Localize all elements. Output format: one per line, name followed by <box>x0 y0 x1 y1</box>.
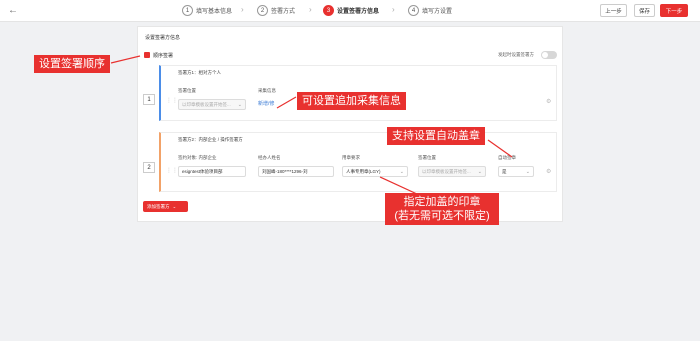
delete-icon[interactable]: ⚙ <box>546 168 551 175</box>
toggle-label: 发起时设置签署方 <box>498 52 534 57</box>
signer-2-signer-input[interactable]: esigntest体验项目部 <box>178 166 246 177</box>
step-1-number: 1 <box>182 5 193 16</box>
step-4-number: 4 <box>408 5 419 16</box>
step-separator-icon: › <box>241 5 244 14</box>
drag-handle-icon[interactable]: ⋮⋮ <box>166 167 178 174</box>
step-1[interactable]: 1 填写基本信息 <box>182 5 232 16</box>
top-bar: ← 1 填写基本信息 › 2 签署方式 › 3 设置签署方信息 › 4 填写方设… <box>0 0 700 22</box>
signer-2-index: 2 <box>143 162 155 173</box>
section-title: 设置签署方信息 <box>145 35 181 41</box>
signer-2-handler-input[interactable]: 刘国峰-180****1296-刘 <box>258 166 334 177</box>
seal-value: 人事专用章(LGY) <box>346 168 381 174</box>
signer-2-position-label: 签署位置 <box>418 155 436 160</box>
signer-2-auto-label: 自动签章 <box>498 155 516 160</box>
add-collect-info-link[interactable]: 新增/修 <box>258 100 274 107</box>
signer-2-seal-label: 用章要求 <box>342 155 360 160</box>
annotation-seal: 指定加盖的印章 (若无需可选不限定) <box>385 193 499 225</box>
signer-1-collect-label: 采集信息 <box>258 88 276 93</box>
signer-1-title: 签署方1：相对方个人 <box>178 70 222 75</box>
annotation-order: 设置签署顺序 <box>34 55 110 73</box>
signer-2-handler-label: 经办人姓名 <box>258 155 281 160</box>
step-1-label: 填写基本信息 <box>196 9 233 15</box>
handler-value: 刘国峰-180****1296-刘 <box>262 168 308 174</box>
annotation-collect: 可设置追加采集信息 <box>297 92 406 110</box>
set-signer-on-initiate-toggle[interactable] <box>541 51 557 59</box>
save-button[interactable]: 保存 <box>634 4 655 17</box>
signer-value: esigntest体验项目部 <box>182 168 223 174</box>
signer-1-position-select[interactable]: 以印章模板设置开始签... ⌄ <box>178 99 246 110</box>
signer-1-index: 1 <box>143 94 155 105</box>
step-2-label: 签署方式 <box>271 9 296 15</box>
chevron-down-icon: ⌄ <box>172 203 177 209</box>
step-3[interactable]: 3 设置签署方信息 <box>323 5 379 16</box>
step-3-number: 3 <box>323 5 334 16</box>
prev-button[interactable]: 上一步 <box>600 4 627 17</box>
chevron-down-icon: ⌄ <box>399 169 404 175</box>
chevron-down-icon: ⌄ <box>237 102 242 108</box>
step-2[interactable]: 2 签署方式 <box>257 5 295 16</box>
step-3-label: 设置签署方信息 <box>337 9 380 15</box>
chevron-down-icon: ⌄ <box>525 169 530 175</box>
auto-value: 是 <box>502 168 507 174</box>
sequential-sign-checkbox[interactable] <box>144 52 150 58</box>
signer-2-title: 签署方2：内部企业 / 操作签署方 <box>178 137 243 142</box>
step-separator-icon: › <box>392 5 395 14</box>
drag-handle-icon[interactable]: ⋮⋮ <box>166 97 178 104</box>
delete-icon[interactable]: ⚙ <box>546 98 551 105</box>
sequential-sign-label: 顺序签署 <box>153 53 174 59</box>
signer-2-position-select[interactable]: 以印章模板设置开始签... ⌄ <box>418 166 486 177</box>
position-placeholder: 以印章模板设置开始签... <box>182 101 231 107</box>
back-arrow-icon[interactable]: ← <box>8 5 18 16</box>
annotation-auto: 支持设置自动盖章 <box>387 127 485 145</box>
auto-seal-select[interactable]: 是 ⌄ <box>498 166 534 177</box>
chevron-down-icon: ⌄ <box>477 169 482 175</box>
signer-2-seal-select[interactable]: 人事专用章(LGY) ⌄ <box>342 166 408 177</box>
add-signer-label: 添加签署方 <box>147 203 170 209</box>
signer-1-position-label: 签署位置 <box>178 88 196 93</box>
position-placeholder: 以印章模板设置开始签... <box>422 168 471 174</box>
step-4-label: 填写方设置 <box>422 9 453 15</box>
step-2-number: 2 <box>257 5 268 16</box>
step-4[interactable]: 4 填写方设置 <box>408 5 452 16</box>
annotation-seal-text: 指定加盖的印章 (若无需可选不限定) <box>394 196 490 222</box>
next-button[interactable]: 下一步 <box>660 4 688 17</box>
add-signer-button[interactable]: 添加签署方 ⌄ <box>143 201 188 212</box>
signer-2-signer-label: 签约对象: 内部企业 <box>178 155 217 160</box>
step-separator-icon: › <box>309 5 312 14</box>
